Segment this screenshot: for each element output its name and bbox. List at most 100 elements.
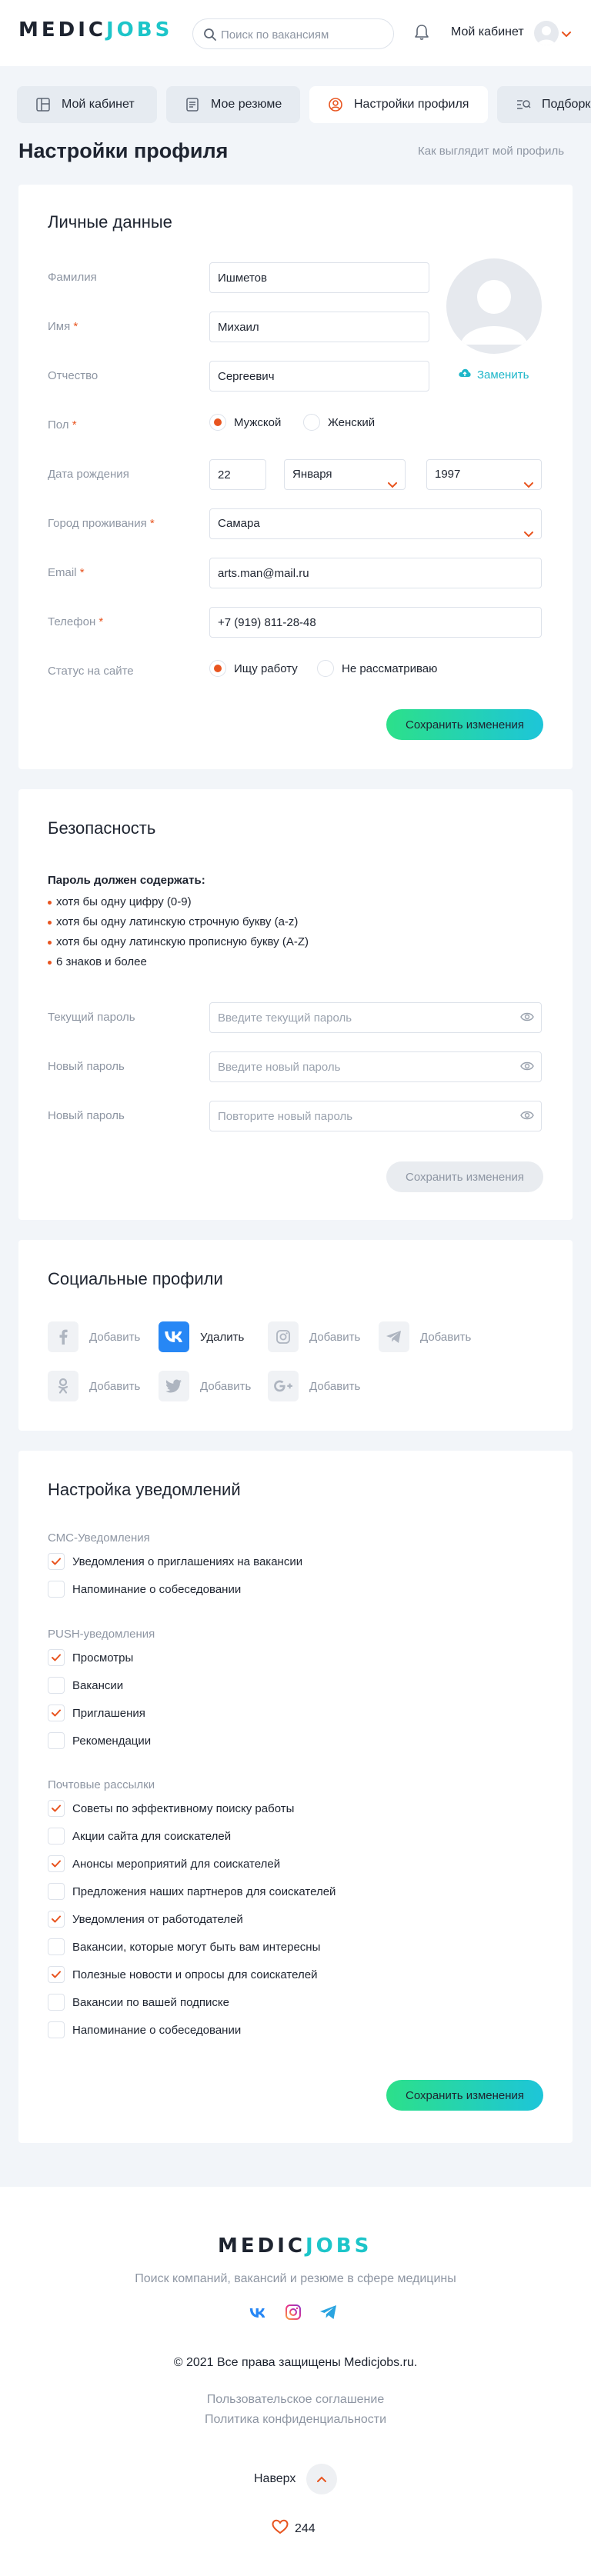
social-telegram[interactable]: Добавить bbox=[379, 1321, 471, 1352]
birth-month-select[interactable]: Января bbox=[284, 459, 406, 490]
gender-male-radio[interactable]: Мужской bbox=[209, 414, 281, 431]
notification-checkbox[interactable]: Акции сайта для соискателей bbox=[48, 1828, 231, 1845]
checkbox[interactable] bbox=[48, 1705, 65, 1721]
save-password-button[interactable]: Сохранить изменения bbox=[386, 1161, 543, 1192]
checkbox[interactable] bbox=[48, 1649, 65, 1666]
save-personal-button[interactable]: Сохранить изменения bbox=[386, 709, 543, 740]
likes-counter[interactable]: 244 bbox=[272, 2519, 316, 2538]
scroll-top-button[interactable]: Наверх bbox=[254, 2464, 338, 2494]
checkbox[interactable] bbox=[48, 1581, 65, 1598]
checkbox-label: Советы по эффективному поиску работы bbox=[72, 1801, 295, 1815]
social-google-plus[interactable]: Добавить bbox=[268, 1371, 360, 1401]
notification-checkbox[interactable]: Приглашения bbox=[48, 1705, 145, 1721]
surname-field[interactable] bbox=[209, 262, 429, 293]
checkbox[interactable] bbox=[48, 1938, 65, 1955]
notification-checkbox[interactable]: Просмотры bbox=[48, 1649, 133, 1666]
checkbox[interactable] bbox=[48, 1883, 65, 1900]
social-instagram[interactable]: Добавить bbox=[268, 1321, 360, 1352]
social-twitter[interactable]: Добавить bbox=[159, 1371, 251, 1401]
notification-checkbox[interactable]: Рекомендации bbox=[48, 1732, 151, 1749]
vk-icon[interactable] bbox=[248, 2302, 268, 2326]
current-password-field[interactable] bbox=[209, 1002, 542, 1033]
name-field[interactable] bbox=[209, 312, 429, 342]
checkbox[interactable] bbox=[48, 1911, 65, 1928]
notification-checkbox[interactable]: Вакансии, которые могут быть вам интерес… bbox=[48, 1938, 320, 1955]
repeat-password-field[interactable] bbox=[209, 1101, 542, 1131]
notification-checkbox[interactable]: Полезные новости и опросы для соискателе… bbox=[48, 1966, 317, 1983]
push-section-title: PUSH-уведомления bbox=[48, 1628, 155, 1641]
social-vk[interactable]: Удалить bbox=[159, 1321, 244, 1352]
radio-dot bbox=[209, 414, 226, 431]
change-photo-button[interactable]: Заменить bbox=[459, 368, 529, 382]
checkbox[interactable] bbox=[48, 1732, 65, 1749]
checkbox[interactable] bbox=[48, 1855, 65, 1872]
status-not-radio[interactable]: Не рассматриваю bbox=[317, 660, 437, 677]
patronymic-field[interactable] bbox=[209, 361, 429, 392]
eye-icon[interactable] bbox=[520, 1011, 534, 1026]
social-action: Добавить bbox=[309, 1330, 361, 1344]
view-profile-link[interactable]: Как выглядит мой профиль bbox=[418, 145, 564, 158]
telegram-icon[interactable] bbox=[319, 2302, 339, 2326]
checkbox[interactable] bbox=[48, 1994, 65, 2011]
tab-resume[interactable]: Мое резюме bbox=[166, 86, 300, 123]
email-field[interactable] bbox=[209, 558, 542, 588]
checkbox[interactable] bbox=[48, 1553, 65, 1570]
notification-checkbox[interactable]: Напоминание о собеседовании bbox=[48, 2021, 241, 2038]
logo-text-medic: MEDIC bbox=[218, 2234, 306, 2258]
footer-logo[interactable]: MEDICJOBS bbox=[218, 2234, 372, 2258]
instagram-icon[interactable] bbox=[283, 2302, 303, 2326]
notification-checkbox[interactable]: Предложения наших партнеров для соискате… bbox=[48, 1883, 336, 1900]
heart-icon bbox=[272, 2519, 289, 2538]
gender-female-radio[interactable]: Женский bbox=[303, 414, 375, 431]
notification-checkbox[interactable]: Вакансии bbox=[48, 1677, 123, 1694]
cabinet-link[interactable]: Мой кабинет bbox=[451, 25, 524, 39]
label-text: Дата рождения bbox=[48, 468, 129, 481]
eye-icon[interactable] bbox=[520, 1061, 534, 1075]
repeat-password-wrap bbox=[209, 1101, 542, 1131]
new-password-field[interactable] bbox=[209, 1051, 542, 1082]
eye-icon[interactable] bbox=[520, 1110, 534, 1125]
tab-label: Настройки профиля bbox=[354, 98, 469, 111]
new-password-wrap bbox=[209, 1051, 542, 1082]
checkbox[interactable] bbox=[48, 1677, 65, 1694]
notification-checkbox[interactable]: Уведомления о приглашениях на вакансии bbox=[48, 1553, 302, 1570]
notification-checkbox[interactable]: Вакансии по вашей подписке bbox=[48, 1994, 229, 2011]
tab-settings[interactable]: Настройки профиля bbox=[309, 86, 488, 123]
logo[interactable]: MEDICJOBS bbox=[18, 18, 172, 42]
page-title: Настройки профиля bbox=[18, 139, 229, 162]
tab-cabinet[interactable]: Мой кабинет bbox=[17, 86, 157, 123]
search-input[interactable] bbox=[221, 26, 382, 43]
bell-icon[interactable] bbox=[414, 23, 429, 45]
avatar[interactable] bbox=[534, 21, 559, 45]
checkbox[interactable] bbox=[48, 1800, 65, 1817]
privacy-link[interactable]: Политика конфиденциальности bbox=[0, 2413, 591, 2427]
checkbox-label: Напоминание о собеседовании bbox=[72, 1582, 242, 1596]
password-rule: хотя бы одну цифру (0-9) bbox=[48, 895, 192, 908]
save-notifications-button[interactable]: Сохранить изменения bbox=[386, 2080, 543, 2111]
birth-day-field[interactable] bbox=[209, 459, 266, 490]
checkbox[interactable] bbox=[48, 1828, 65, 1845]
tab-selection[interactable]: Подборка bbox=[497, 86, 591, 123]
checkbox[interactable] bbox=[48, 1966, 65, 1983]
social-action: Добавить bbox=[200, 1379, 252, 1393]
checkbox-label: Вакансии bbox=[72, 1678, 124, 1692]
social-odnoklassniki[interactable]: Добавить bbox=[48, 1371, 140, 1401]
cloud-upload-icon bbox=[459, 368, 471, 382]
notification-checkbox[interactable]: Напоминание о собеседовании bbox=[48, 1581, 241, 1598]
instagram-icon bbox=[268, 1321, 299, 1352]
notification-checkbox[interactable]: Анонсы мероприятий для соискателей bbox=[48, 1855, 280, 1872]
phone-field[interactable] bbox=[209, 607, 542, 638]
notification-checkbox[interactable]: Уведомления от работодателей bbox=[48, 1911, 243, 1928]
social-facebook[interactable]: Добавить bbox=[48, 1321, 140, 1352]
agreement-link[interactable]: Пользовательское соглашение bbox=[0, 2393, 591, 2407]
name-label: Имя * bbox=[48, 320, 78, 333]
gender-label: Пол * bbox=[48, 418, 77, 432]
birth-year-select[interactable]: 1997 bbox=[426, 459, 542, 490]
status-looking-radio[interactable]: Ищу работу bbox=[209, 660, 298, 677]
city-select[interactable]: Самара bbox=[209, 508, 542, 539]
checkbox[interactable] bbox=[48, 2021, 65, 2038]
notification-checkbox[interactable]: Советы по эффективному поиску работы bbox=[48, 1800, 294, 1817]
chevron-down-icon bbox=[524, 471, 533, 500]
chevron-down-icon[interactable] bbox=[562, 28, 571, 42]
checkmark-icon bbox=[52, 1805, 61, 1812]
